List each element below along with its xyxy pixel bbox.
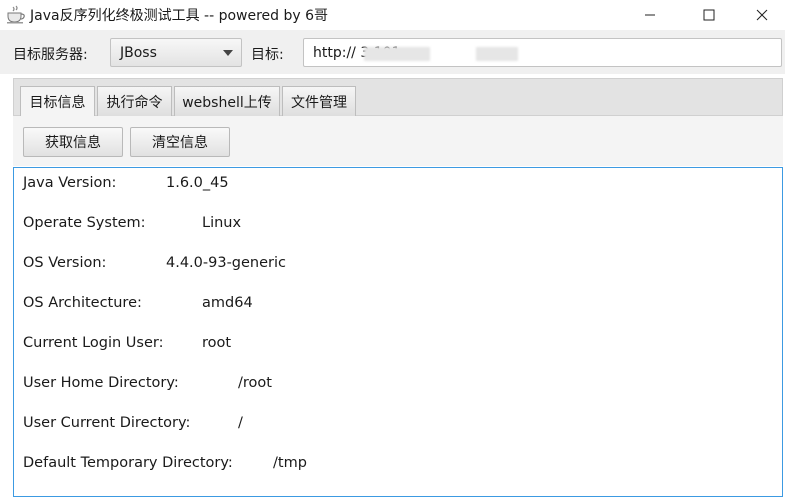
info-key-temp-directory: Default Temporary Directory:	[23, 455, 233, 471]
action-bar: 获取信息 清空信息	[13, 116, 783, 166]
target-toolbar: 目标服务器: JBoss 目标: http:// 3.101	[0, 30, 785, 74]
info-key-operate-system: Operate System:	[23, 215, 146, 231]
target-label: 目标:	[251, 47, 284, 63]
info-key-java-version: Java Version:	[23, 175, 117, 191]
info-value-temp-directory: /tmp	[273, 455, 307, 471]
info-value-os-version: 4.4.0-93-generic	[166, 255, 287, 271]
title-bar: Java反序列化终极测试工具 -- powered by 6哥	[0, 0, 785, 30]
coffee-cup-icon	[6, 5, 26, 25]
tab-webshell-upload[interactable]: webshell上传	[174, 86, 280, 116]
server-select-value: JBoss	[120, 45, 157, 61]
tab-label: webshell上传	[182, 94, 272, 111]
clear-info-button[interactable]: 清空信息	[130, 127, 230, 157]
window-title: Java反序列化终极测试工具 -- powered by 6哥	[30, 8, 329, 24]
info-key-current-directory: User Current Directory:	[23, 415, 191, 431]
tab-bar: 目标信息 执行命令 webshell上传 文件管理	[13, 78, 783, 117]
chevron-down-icon	[223, 50, 233, 56]
tab-label: 文件管理	[291, 94, 347, 111]
maximize-button[interactable]	[686, 0, 732, 30]
close-button[interactable]	[739, 0, 785, 30]
info-key-os-version: OS Version:	[23, 255, 107, 271]
maximize-icon	[703, 6, 715, 25]
close-icon	[756, 6, 768, 25]
info-key-os-architecture: OS Architecture:	[23, 295, 142, 311]
minimize-button[interactable]	[627, 0, 673, 30]
tab-label: 目标信息	[29, 95, 86, 111]
info-key-home-directory: User Home Directory:	[23, 375, 179, 391]
info-key-login-user: Current Login User:	[23, 335, 164, 351]
info-value-current-directory: /	[238, 415, 243, 431]
info-value-os-architecture: amd64	[202, 295, 253, 311]
info-text-area[interactable]: Java Version: 1.6.0_45 Operate System: L…	[13, 167, 783, 497]
minimize-icon	[644, 6, 656, 25]
tab-exec-command[interactable]: 执行命令	[97, 86, 172, 116]
info-value-operate-system: Linux	[202, 215, 242, 231]
target-url-input[interactable]: http:// 3.101	[303, 38, 782, 67]
tab-file-management[interactable]: 文件管理	[282, 86, 356, 116]
tab-target-info[interactable]: 目标信息	[20, 86, 95, 117]
server-label: 目标服务器:	[13, 47, 88, 63]
redaction-blur	[476, 47, 518, 61]
tab-label: 执行命令	[106, 94, 163, 111]
info-value-java-version: 1.6.0_45	[166, 175, 229, 191]
server-select[interactable]: JBoss	[110, 38, 242, 67]
info-value-login-user: root	[202, 335, 232, 351]
info-value-home-directory: /root	[238, 375, 272, 391]
redaction-blur	[364, 47, 430, 61]
get-info-button[interactable]: 获取信息	[23, 127, 123, 157]
